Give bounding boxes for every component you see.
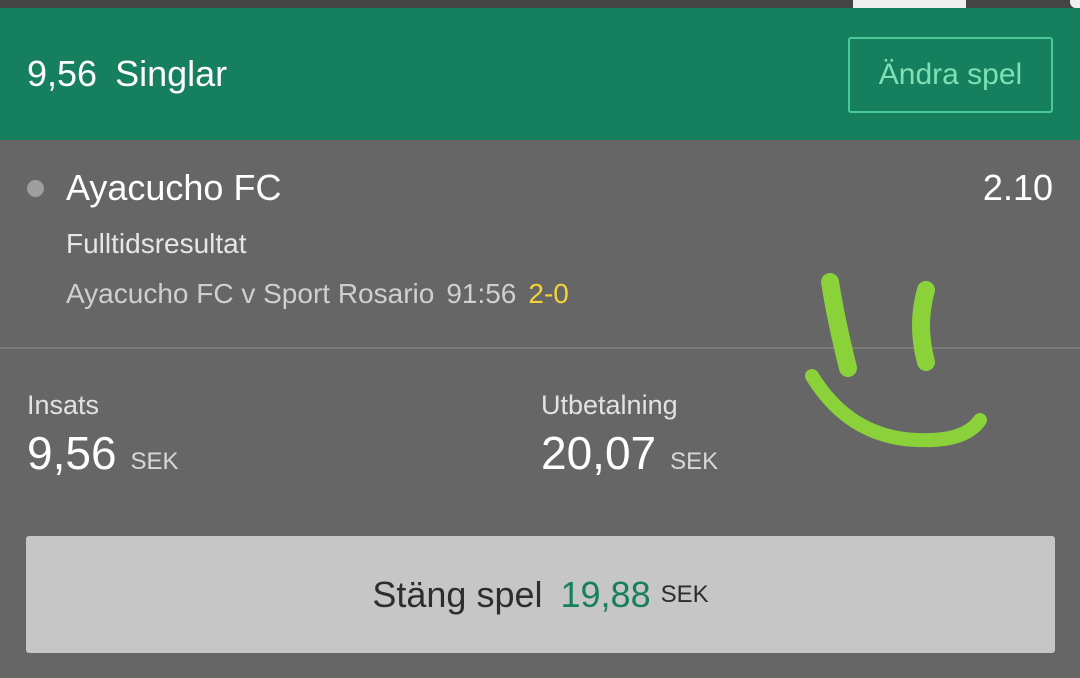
smiley-left-eye: [821, 273, 857, 377]
edit-bet-button[interactable]: Ändra spel: [848, 37, 1053, 113]
bet-header: 9,56 Singlar Ändra spel: [0, 8, 1080, 140]
smiley-mouth: [805, 369, 987, 448]
bet-slip-screen: 9,56 Singlar Ändra spel Ayacucho FC 2.10 …: [0, 0, 1080, 678]
market-name: Fulltidsresultat: [66, 228, 247, 259]
selection-odds: 2.10: [982, 167, 1053, 208]
payout-amount: 20,07 SEK: [541, 427, 718, 488]
stake-amount: 9,56 SEK: [27, 427, 179, 488]
selection-team: Ayacucho FC: [66, 167, 282, 208]
status-dot-icon: [27, 180, 44, 197]
payout-label: Utbetalning: [541, 390, 678, 420]
header-stake: 9,56: [27, 53, 98, 94]
stake-currency: SEK: [130, 448, 179, 475]
event-name: Ayacucho FC v Sport Rosario: [66, 278, 435, 309]
bet-type-label: Singlar: [115, 53, 228, 94]
smiley-right-eye: [912, 281, 935, 371]
smiley-doodle: [805, 273, 987, 448]
stake-label: Insats: [27, 390, 100, 420]
cash-out-amount: 19,88: [560, 573, 651, 615]
match-time: 91:56: [446, 278, 517, 309]
cash-out-currency: SEK: [660, 580, 709, 608]
header-title: 9,56 Singlar: [27, 52, 227, 96]
cash-out-button[interactable]: Stäng spel 19,88 SEK: [26, 536, 1055, 653]
stake-value: 9,56: [27, 427, 117, 479]
cash-out-label: Stäng spel: [372, 573, 543, 615]
payout-value: 20,07: [541, 427, 657, 479]
tab-indicator[interactable]: [1070, 0, 1080, 8]
payout-currency: SEK: [670, 448, 719, 475]
tab-indicator[interactable]: [853, 0, 966, 8]
match-score: 2-0: [528, 278, 569, 309]
top-tab-strip: [0, 0, 1080, 8]
event-line: Ayacucho FC v Sport Rosario 91:56 2-0: [66, 276, 569, 312]
